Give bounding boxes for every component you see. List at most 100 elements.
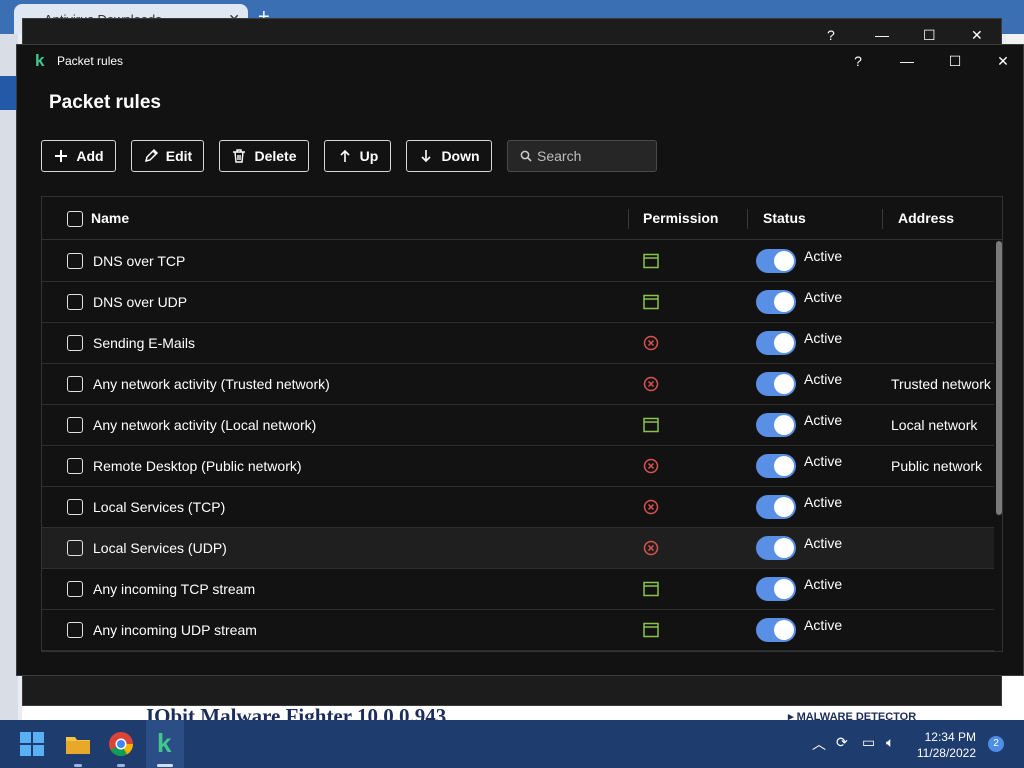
- status-toggle[interactable]: [756, 536, 796, 560]
- status-toggle[interactable]: [756, 495, 796, 519]
- page-title: Packet rules: [49, 92, 161, 113]
- kaspersky-taskbar-icon: k: [157, 728, 172, 758]
- rule-name: Any network activity (Local network): [93, 417, 317, 433]
- packet-rules-dialog: k Packet rules ? — ☐ ✕ Packet rules Add …: [16, 44, 1024, 676]
- status-toggle[interactable]: [756, 331, 796, 355]
- column-divider[interactable]: [882, 209, 883, 229]
- taskbar-indicator: [117, 764, 125, 767]
- table-header: Name Permission Status Address: [42, 197, 1002, 240]
- status-text: Active: [804, 289, 843, 305]
- rule-name: DNS over TCP: [93, 253, 186, 269]
- notification-badge[interactable]: 2: [988, 736, 1004, 752]
- column-header-address[interactable]: Address: [898, 197, 954, 240]
- edit-button-label: Edit: [165, 148, 193, 164]
- rule-name: Any network activity (Trusted network): [93, 376, 330, 392]
- outer-close-button[interactable]: ✕: [971, 27, 983, 44]
- status-text: Active: [804, 494, 843, 510]
- column-divider[interactable]: [747, 209, 748, 229]
- table-scrollbar[interactable]: [996, 241, 1002, 515]
- edit-button[interactable]: Edit: [131, 140, 204, 172]
- chrome-icon[interactable]: [107, 730, 135, 758]
- allow-icon: [643, 581, 659, 597]
- outer-minimize-button[interactable]: —: [875, 27, 889, 43]
- row-checkbox[interactable]: [67, 376, 83, 392]
- plus-icon: [55, 150, 68, 162]
- status-text: Active: [804, 248, 843, 264]
- rule-name: Remote Desktop (Public network): [93, 458, 302, 474]
- row-checkbox[interactable]: [67, 294, 83, 310]
- kaspersky-taskbar-button[interactable]: k: [146, 720, 184, 768]
- row-checkbox[interactable]: [67, 253, 83, 269]
- minimize-button[interactable]: —: [892, 49, 922, 73]
- search-input[interactable]: [537, 148, 647, 164]
- status-toggle[interactable]: [756, 618, 796, 642]
- row-checkbox[interactable]: [67, 417, 83, 433]
- table-row[interactable]: DNS over UDP Active: [42, 282, 994, 323]
- packet-rules-table: Name Permission Status Address DNS over …: [41, 196, 1003, 652]
- chevron-up-icon[interactable]: ︿: [812, 734, 826, 754]
- row-checkbox[interactable]: [67, 540, 83, 556]
- column-header-permission[interactable]: Permission: [643, 197, 718, 240]
- status-toggle[interactable]: [756, 372, 796, 396]
- table-row[interactable]: Any network activity (Trusted network) Ac…: [42, 364, 994, 405]
- table-row[interactable]: Sending E-Mails Active: [42, 323, 994, 364]
- block-icon: [643, 376, 659, 392]
- rule-address: Trusted network: [891, 376, 991, 392]
- row-checkbox[interactable]: [67, 622, 83, 638]
- volume-icon[interactable]: 🔈︎: [886, 734, 894, 751]
- row-checkbox[interactable]: [67, 499, 83, 515]
- taskbar-clock[interactable]: 12:34 PM 11/28/2022: [904, 729, 976, 761]
- select-all-checkbox[interactable]: [67, 211, 83, 227]
- arrow-down-icon: [421, 150, 432, 163]
- outer-maximize-button[interactable]: ☐: [923, 27, 936, 44]
- column-header-name[interactable]: Name: [91, 197, 129, 240]
- arrow-up-icon: [340, 149, 350, 162]
- sync-icon[interactable]: ⟳: [836, 734, 848, 751]
- table-row[interactable]: Local Services (UDP) Active: [42, 528, 994, 569]
- network-icon[interactable]: ▭: [862, 734, 875, 751]
- close-button[interactable]: ✕: [988, 49, 1018, 73]
- row-checkbox[interactable]: [67, 458, 83, 474]
- table-row[interactable]: Local Services (TCP) Active: [42, 487, 994, 528]
- help-button[interactable]: ?: [843, 49, 873, 73]
- row-checkbox[interactable]: [67, 335, 83, 351]
- table-row[interactable]: Any network activity (Local network) Acti…: [42, 405, 994, 446]
- file-explorer-icon[interactable]: [64, 730, 92, 758]
- trash-icon: [233, 149, 246, 163]
- move-up-button[interactable]: Up: [324, 140, 391, 172]
- row-checkbox[interactable]: [67, 581, 83, 597]
- rule-name: Any incoming TCP stream: [93, 581, 256, 597]
- up-button-label: Up: [359, 148, 379, 164]
- status-toggle[interactable]: [756, 249, 796, 273]
- column-divider[interactable]: [628, 209, 629, 229]
- add-button[interactable]: Add: [41, 140, 116, 172]
- taskbar-indicator-active: [157, 764, 173, 767]
- status-toggle[interactable]: [756, 454, 796, 478]
- delete-button-label: Delete: [254, 148, 297, 164]
- table-row[interactable]: Remote Desktop (Public network) Active Pub…: [42, 446, 994, 487]
- column-divider[interactable]: [1002, 209, 1003, 229]
- allow-icon: [643, 622, 659, 638]
- allow-icon: [643, 253, 659, 269]
- status-toggle[interactable]: [756, 290, 796, 314]
- table-row[interactable]: Any incoming UDP stream Active: [42, 610, 994, 651]
- delete-button[interactable]: Delete: [219, 140, 309, 172]
- windows-start-icon[interactable]: [20, 732, 44, 756]
- allow-icon: [643, 294, 659, 310]
- rule-address: Public network: [891, 458, 983, 474]
- column-header-status[interactable]: Status: [763, 197, 806, 240]
- block-icon: [643, 540, 659, 556]
- outer-help-button[interactable]: ?: [827, 27, 835, 43]
- rule-address: Local network: [891, 417, 978, 433]
- search-box[interactable]: [507, 140, 657, 172]
- maximize-button[interactable]: ☐: [940, 49, 970, 73]
- status-text: Active: [804, 576, 843, 592]
- status-text: Active: [804, 412, 843, 428]
- status-text: Active: [804, 535, 843, 551]
- status-toggle[interactable]: [756, 577, 796, 601]
- status-toggle[interactable]: [756, 413, 796, 437]
- move-down-button[interactable]: Down: [406, 140, 492, 172]
- table-row[interactable]: Any incoming TCP stream Active: [42, 569, 994, 610]
- table-row[interactable]: DNS over TCP Active: [42, 241, 994, 282]
- taskbar: k ︿ ⟳ ▭ 🔈︎: [0, 720, 1024, 768]
